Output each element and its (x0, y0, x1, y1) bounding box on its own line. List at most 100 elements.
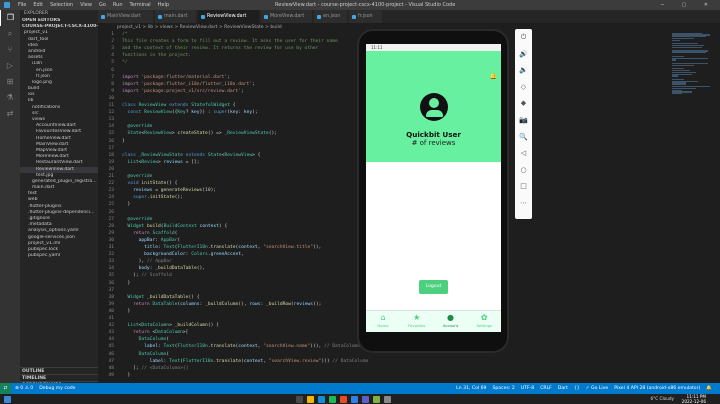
line-number: 46 (108, 351, 114, 357)
start-icon[interactable] (4, 395, 11, 403)
status-right-item[interactable]: Pixel 4 API 28 (android-x86 emulator) (614, 386, 700, 391)
line-number: 21 (108, 174, 114, 179)
line-number: 16 (108, 138, 114, 144)
search-icon[interactable]: ⌕ (0, 26, 20, 42)
code-line: ), // AppBar (122, 259, 172, 265)
line-number: 5 (111, 60, 114, 66)
notification-bell-icon[interactable]: 🔔 (490, 73, 497, 80)
home-icon[interactable]: ○ (515, 166, 532, 174)
status-left-item[interactable]: Debug my code (39, 386, 75, 391)
status-right-item[interactable]: Ln 31, Col 69 (456, 386, 486, 391)
status-right-item[interactable]: CRLF (540, 386, 552, 391)
back-icon[interactable]: ◁ (515, 149, 532, 157)
spotify-icon[interactable] (329, 395, 336, 403)
overview-icon[interactable]: □ (515, 182, 532, 190)
tab-reviewview-dart[interactable]: ReviewView.dart (198, 10, 260, 23)
minimap-line (672, 93, 682, 95)
rotate-right-icon[interactable]: ◆ (515, 99, 532, 107)
nav-settings[interactable]: ✿ Settings (467, 313, 501, 328)
code-line: } (122, 202, 131, 208)
android-studio-icon[interactable] (373, 395, 380, 403)
line-number: 49 (108, 372, 114, 378)
status-left: ⊗ 0 ⚠ 0 Debug my code (15, 383, 82, 394)
teams-icon[interactable] (362, 395, 369, 403)
edge-icon[interactable] (318, 395, 325, 403)
home-icon: ⌂ (380, 313, 386, 322)
minimap[interactable] (672, 32, 712, 102)
status-right-item[interactable]: {} (574, 386, 580, 391)
line-number: 6 (111, 67, 114, 73)
volume-up-icon[interactable]: 🔊 (515, 50, 532, 58)
menu-item-run[interactable]: Run (113, 0, 123, 10)
code-line: /* (122, 32, 128, 37)
menu-item-view[interactable]: View (80, 0, 92, 10)
file-explorer-icon[interactable] (307, 395, 314, 403)
menu-item-terminal[interactable]: Terminal (130, 0, 151, 10)
tab-moreview-dart[interactable]: MoreView.dart (261, 10, 313, 23)
outline-section[interactable]: OUTLINE (20, 367, 98, 374)
line-number: 35 (108, 273, 114, 279)
line-number: 24 (108, 195, 114, 201)
run-debug-icon[interactable]: ▷ (0, 58, 20, 74)
code-line: body: _buildDataTable(), (138, 266, 206, 272)
line-number: 29 (108, 230, 114, 236)
line-number: 3 (111, 46, 114, 52)
status-right-item[interactable]: ✓ Go Live (586, 386, 609, 391)
app-taskbar-icon[interactable] (384, 395, 391, 403)
status-left-item[interactable]: ⊗ 0 ⚠ 0 (15, 386, 33, 391)
tab-main-dart[interactable]: main.dart (155, 10, 197, 23)
status-right-item[interactable]: Dart (558, 386, 568, 391)
tree-item[interactable]: pubspec.yaml (20, 253, 98, 259)
status-right-item[interactable]: UTF-8 (521, 386, 534, 391)
nav-account[interactable]: ● Account (434, 313, 468, 328)
code-line: appBar: AppBar( (138, 237, 181, 243)
dart-file-icon (158, 14, 162, 19)
status-right-item[interactable]: Spaces: 2 (492, 386, 514, 391)
timeline-section[interactable]: TIMELINE (20, 374, 98, 381)
code-line: return Scaffold( (133, 230, 178, 236)
nav-favorites[interactable]: ★ Favorites (400, 313, 434, 328)
rotate-left-icon[interactable]: ◇ (515, 83, 532, 91)
code-line: Widget build(BuildContext context) { (127, 223, 228, 229)
testing-icon[interactable]: ⚗ (0, 90, 20, 106)
files-icon[interactable]: ❐ (0, 10, 20, 26)
zoom-icon[interactable]: 🔍 (515, 133, 532, 141)
status-right-item[interactable]: 🔔 (706, 386, 712, 391)
remote-indicator-icon[interactable]: ⇄ (0, 383, 11, 394)
tab-label: MoreView.dart (270, 14, 305, 19)
line-number: 13 (108, 117, 114, 123)
weather-tray[interactable]: 6°C Cloudy (651, 394, 674, 404)
line-number: 43 (108, 330, 114, 336)
system-clock[interactable]: 11:11 PM 2022-12-06 (682, 394, 706, 404)
source-control-icon[interactable]: ⑂ (0, 42, 20, 58)
remote-icon[interactable]: ⇄ (0, 106, 20, 122)
search-taskbar-icon[interactable] (296, 395, 303, 403)
more-icon[interactable]: ⋯ (515, 199, 532, 207)
tab-mainview-dart[interactable]: MainView.dart (98, 10, 154, 23)
menu-item-edit[interactable]: Edit (33, 0, 43, 10)
menu-item-file[interactable]: File (18, 0, 26, 10)
tab-fr-json[interactable]: fr.json (349, 10, 383, 23)
line-number: 32 (108, 252, 114, 258)
chrome-icon[interactable] (340, 395, 347, 403)
code-line: super.initState(); (133, 195, 183, 201)
window-controls[interactable]: ─ ▢ ✕ (661, 0, 716, 10)
tab-en-json[interactable]: en.json (314, 10, 348, 23)
android-emulator-phone: 11:11 🔔 Quickbit User # of reviews Logou… (357, 29, 509, 353)
screenshot-icon[interactable]: 📷 (515, 116, 532, 124)
status-right: Ln 31, Col 69 Spaces: 2 UTF-8 CRLF Dart {} ✓ G… (456, 383, 718, 394)
tab-label: main.dart (164, 14, 188, 19)
menu-item-selection[interactable]: Selection (50, 0, 73, 10)
nav-home[interactable]: ⌂ Home (366, 313, 400, 328)
extensions-icon[interactable]: ⊞ (0, 74, 20, 90)
vscode-taskbar-icon[interactable] (351, 395, 358, 403)
status-bar: ⇄ ⊗ 0 ⚠ 0 Debug my code Ln 31, Col 69 Spac… (0, 383, 720, 394)
volume-down-icon[interactable]: 🔉 (515, 66, 532, 74)
logout-button[interactable]: Logout (419, 280, 448, 294)
line-number: 44 (108, 337, 114, 343)
line-number: 33 (108, 259, 114, 265)
minimap-line (672, 59, 676, 61)
power-icon[interactable]: ⏻ (515, 33, 532, 42)
menu-item-go[interactable]: Go (99, 0, 106, 10)
menu-item-help[interactable]: Help (158, 0, 169, 10)
